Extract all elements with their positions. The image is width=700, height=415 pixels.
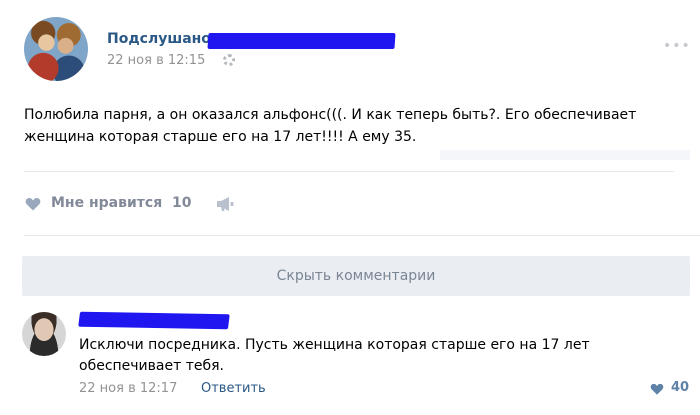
heart-icon[interactable] (650, 383, 664, 395)
divider (24, 235, 700, 236)
like-button[interactable]: Мне нравится (51, 195, 162, 211)
comment-like-count: 40 (671, 380, 690, 395)
group-name-link[interactable]: Подслушано (107, 31, 211, 47)
comment-date[interactable]: 22 ноя в 12:17 (79, 381, 177, 396)
hide-comments-button[interactable]: Скрыть комментарии (22, 256, 690, 296)
more-dots-icon[interactable]: ••• (663, 38, 691, 54)
wall-post: Подслушано 22 ноя в 12:15 ••• Полюбила п… (0, 0, 700, 415)
like-count: 10 (172, 195, 192, 211)
reply-link[interactable]: Ответить (201, 381, 266, 396)
commenter-avatar[interactable] (22, 312, 66, 356)
hide-comments-label: Скрыть комментарии (276, 268, 436, 284)
megaphone-icon[interactable] (215, 196, 235, 212)
comment-text: Исключи посредника. Пусть женщина котора… (79, 337, 590, 374)
group-avatar[interactable] (24, 17, 88, 81)
post-text: Полюбила парня, а он оказался альфонс(((… (24, 107, 637, 145)
redaction-mark (78, 311, 230, 330)
divider (24, 171, 674, 172)
gear-icon (223, 54, 235, 66)
post-date[interactable]: 22 ноя в 12:15 (107, 53, 205, 68)
faint-background-mark (440, 150, 690, 160)
heart-icon[interactable] (25, 197, 41, 211)
redaction-mark (207, 33, 396, 49)
